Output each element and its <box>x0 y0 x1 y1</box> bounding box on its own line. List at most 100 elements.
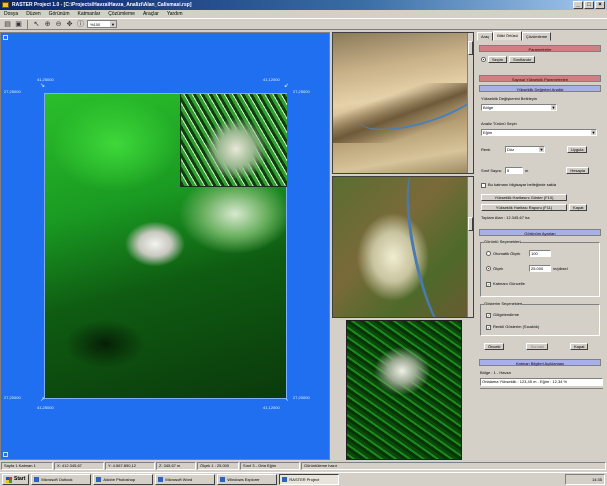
zoom-in-icon[interactable]: ⊕ <box>43 20 52 29</box>
corner-handle[interactable] <box>3 35 8 40</box>
status-message: Görüntüleme hazır <box>301 462 606 470</box>
satellite-view[interactable] <box>332 176 474 318</box>
status-y: Y: 4.567.890,12 <box>105 462 155 470</box>
taskbar-item-label: Microsoft Word <box>165 477 193 482</box>
menu-analysis[interactable]: Çözümleme <box>108 10 135 18</box>
zoom-select[interactable]: %100 ▼ <box>87 20 117 28</box>
menu-file[interactable]: Dosya <box>4 10 18 18</box>
maximize-button[interactable]: □ <box>584 1 594 9</box>
update-layer-row: ✓ Katmanı Güncelle <box>486 281 525 287</box>
apply-button[interactable]: Uygula <box>567 146 588 153</box>
menu-view[interactable]: Görünüm <box>49 10 70 18</box>
status-bar: Sayfa 1 Katman 1 X: 412.345,67 Y: 4.567.… <box>0 462 607 471</box>
start-button[interactable]: Start <box>2 474 30 485</box>
taskbar-item-label: Adobe Photoshop <box>103 477 136 482</box>
app-icon <box>96 477 102 482</box>
color-display-checkbox[interactable]: ✓ <box>486 324 491 330</box>
taskbar-item-active[interactable]: RASTER Project <box>279 474 340 485</box>
section-label: Yükseklik Değişkenini Belirleyin <box>481 96 538 101</box>
coord-label: 27,20000 <box>293 395 310 400</box>
corner-arrow-icon: ↙ <box>284 83 290 89</box>
classify-mode-button[interactable]: Sınıflandır <box>509 56 536 63</box>
corner-handle[interactable] <box>3 452 8 457</box>
keep-layer-checkbox[interactable] <box>481 182 486 188</box>
view-settings-header: Görünüm Ayarları <box>479 229 601 236</box>
terrain-3d-view[interactable] <box>332 32 474 174</box>
auto-scale-radio[interactable] <box>486 251 491 256</box>
taskbar-item[interactable]: Microsoft Word <box>155 474 216 485</box>
mode-row: Seçim Sınıflandır <box>481 56 536 63</box>
scrollbar[interactable] <box>467 33 473 173</box>
menu-help[interactable]: Yardım <box>167 10 183 18</box>
identify-icon[interactable]: ⓘ <box>76 20 85 29</box>
mode-select-radio[interactable] <box>481 57 486 62</box>
app-icon <box>2 2 9 8</box>
update-layer-label: Katmanı Güncelle <box>493 281 525 286</box>
pointer-icon[interactable]: ↖ <box>32 20 41 29</box>
close-panel-button[interactable]: Kapat <box>569 204 588 211</box>
keep-layer-row: Bu katmanı bilgisayar belleğinde sakla <box>481 182 556 188</box>
group-title: Gösterim Seçenekleri <box>484 301 523 307</box>
minimize-button[interactable]: _ <box>573 1 583 9</box>
select-mode-button[interactable]: Seçim <box>488 56 508 63</box>
tab-vegetation[interactable]: Bitki Örtüsü <box>493 31 522 41</box>
scale-label: Ölçek <box>493 265 504 271</box>
calculate-button[interactable]: Hesapla <box>566 167 590 174</box>
window-title: RASTER Project 1.0 - [C:\Projects\Havza\… <box>12 2 192 8</box>
start-label: Start <box>14 476 26 482</box>
auto-scale-field[interactable]: 100 <box>529 250 551 257</box>
menu-layers[interactable]: Katmanlar <box>77 10 100 18</box>
taskbar-item[interactable]: Adobe Photoshop <box>93 474 154 485</box>
next-button[interactable]: Sonraki <box>526 343 549 350</box>
color-select[interactable]: Düz ▼ <box>505 146 545 153</box>
close-button[interactable]: × <box>595 1 605 9</box>
coord-label: 27,25000 <box>4 89 21 94</box>
satellite-river <box>395 177 471 317</box>
taskbar-item[interactable]: Windows Explorer <box>217 474 278 485</box>
scale-field[interactable]: 25.000 <box>529 265 551 272</box>
show-map-row: Yükseklik Haritasını Göster (F10) <box>481 194 567 201</box>
scrollbar[interactable] <box>467 177 473 317</box>
zoom-out-icon[interactable]: ⊖ <box>54 20 63 29</box>
chevron-down-icon: ▼ <box>110 21 116 27</box>
save-icon[interactable]: ▣ <box>14 20 23 29</box>
shading-row: ✓ Gölgelendirme <box>486 312 519 318</box>
scroll-thumb[interactable] <box>468 41 473 55</box>
taskbar: Start Microsoft Outlook Adobe Photoshop … <box>0 472 607 486</box>
elevation-map-image[interactable] <box>44 93 287 399</box>
tab-tools[interactable]: Araç <box>477 32 494 41</box>
previous-button[interactable]: Önceki <box>484 343 505 350</box>
zoom-value: %100 <box>90 22 101 27</box>
class-count-field[interactable]: 5 <box>505 167 523 174</box>
side-panel: Araç Bitki Örtüsü Çözümleme Parametreler… <box>476 31 607 464</box>
tab-analysis[interactable]: Çözümleme <box>521 32 552 41</box>
elevation-report-button[interactable]: Yükseklik Haritası Raporu (F11) <box>481 204 567 211</box>
windows-logo-icon <box>6 476 12 483</box>
footer-close-button[interactable]: Kapat <box>570 343 589 350</box>
auto-scale-row: Otomatik Ölçek 100 <box>486 250 551 257</box>
scroll-thumb[interactable] <box>468 217 473 231</box>
folder-open-icon[interactable]: ▤ <box>3 20 12 29</box>
vegetation-view[interactable] <box>346 320 462 460</box>
side-panel-empty-area <box>480 388 603 464</box>
window-controls: _ □ × <box>573 1 605 9</box>
elevation-variable-select[interactable]: Bölge ▼ <box>481 104 557 111</box>
show-elevation-map-button[interactable]: Yükseklik Haritasını Göster (F10) <box>481 194 567 201</box>
app-icon <box>158 477 164 482</box>
taskbar-item-label: Microsoft Outlook <box>41 477 73 482</box>
toolbar-separator <box>27 19 28 29</box>
shading-label: Gölgelendirme <box>493 312 520 317</box>
scale-radio[interactable] <box>486 266 491 271</box>
shading-checkbox[interactable]: ✓ <box>486 312 491 318</box>
map-canvas[interactable]: 41,25000 41,12000 27,25000 27,20000 41,2… <box>0 32 330 460</box>
analysis-type-select[interactable]: Eğim ▼ <box>481 129 597 136</box>
menu-edit[interactable]: Düzen <box>26 10 40 18</box>
taskbar-item[interactable]: Microsoft Outlook <box>31 474 92 485</box>
pan-icon[interactable]: ✥ <box>65 20 74 29</box>
select-value: Eğim <box>483 130 493 135</box>
system-tray: 14:35 <box>565 474 605 485</box>
menu-tools[interactable]: Araçlar <box>143 10 159 18</box>
app-icon <box>34 477 40 482</box>
update-layer-checkbox[interactable]: ✓ <box>486 281 491 287</box>
scale-unit: m/piksel <box>553 265 568 271</box>
